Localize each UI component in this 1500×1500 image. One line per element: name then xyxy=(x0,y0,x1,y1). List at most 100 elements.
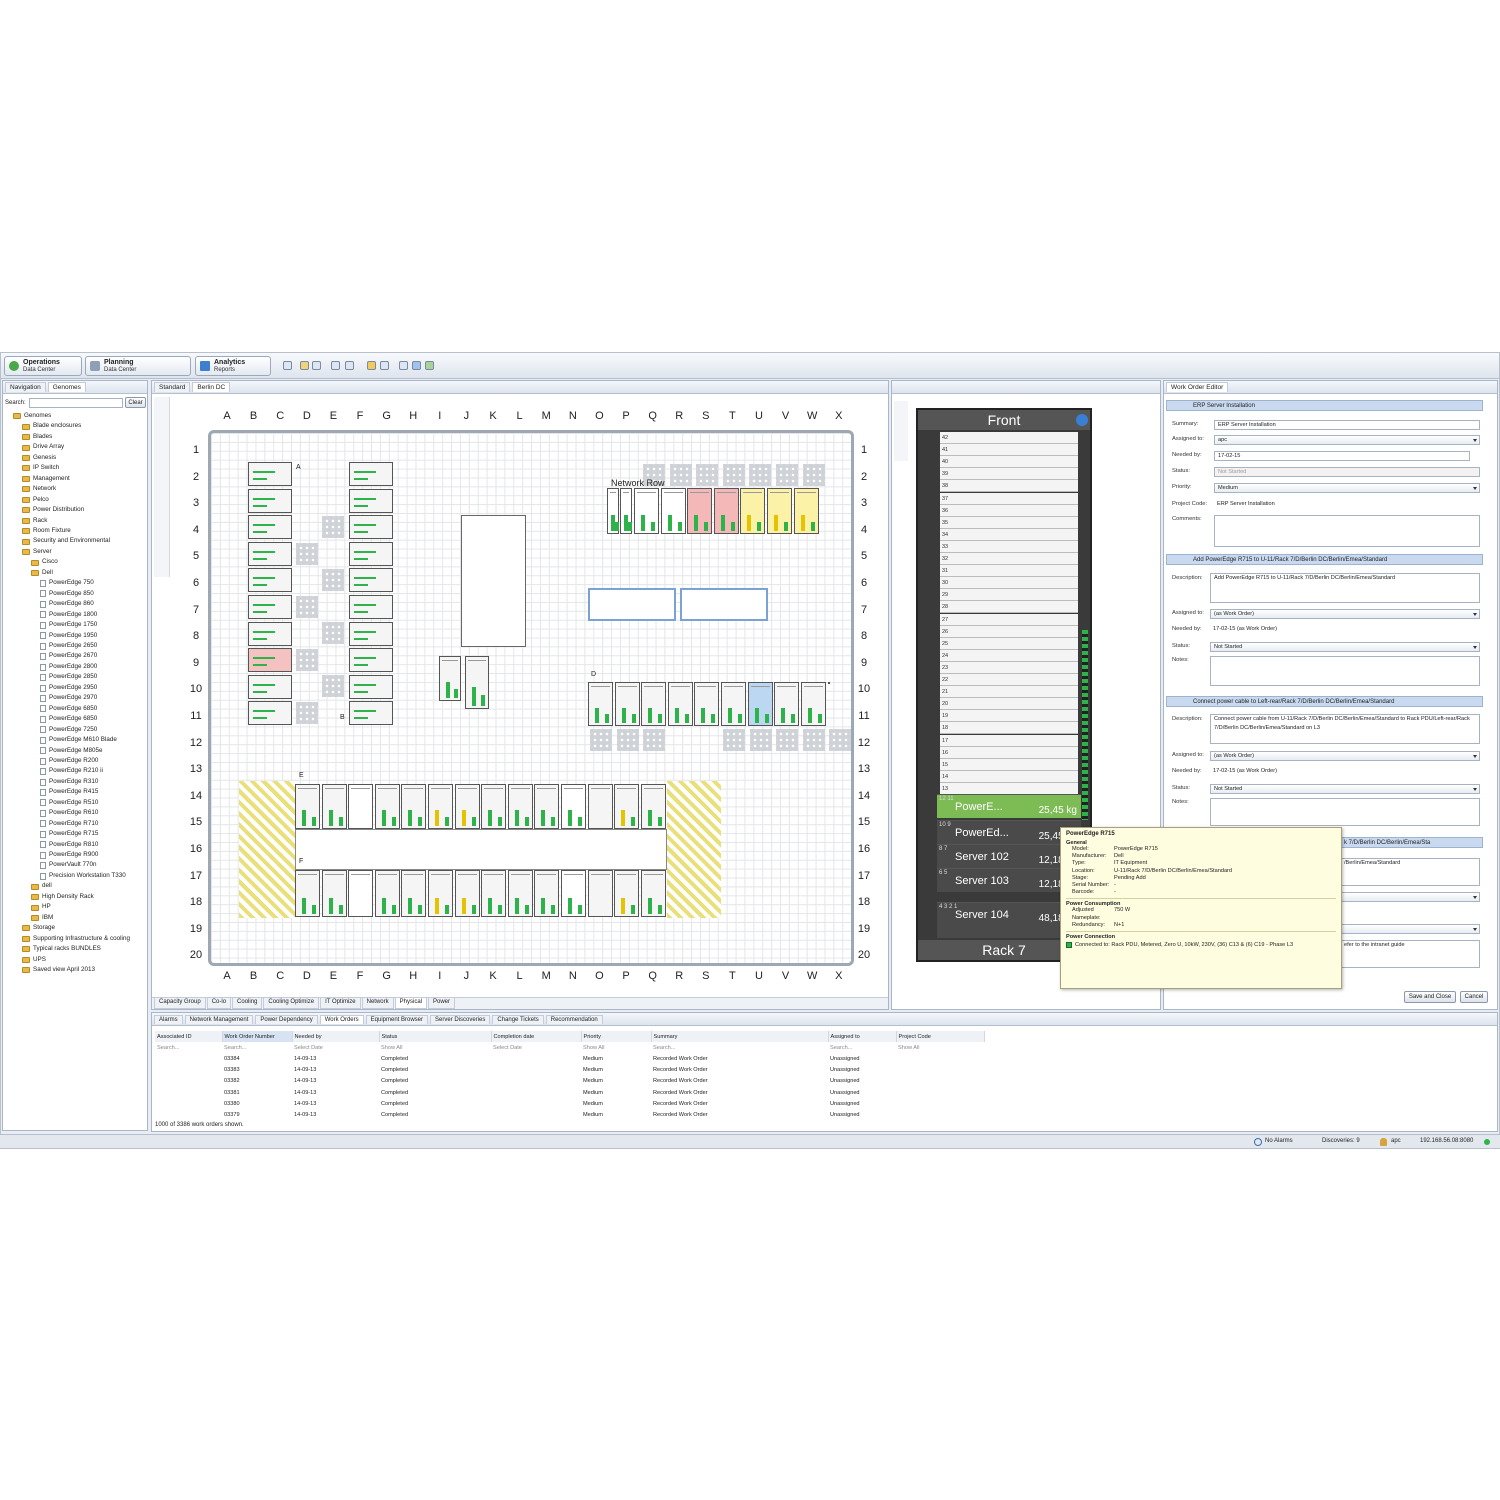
rack-unit[interactable]: 29 xyxy=(940,589,1078,602)
rack[interactable] xyxy=(587,784,613,829)
rack-unit[interactable]: 31 xyxy=(940,565,1078,578)
tree-item[interactable]: PowerEdge M805e xyxy=(5,746,148,756)
needed-date-field[interactable]: 17-02-15 (as Work Order) xyxy=(1210,767,1470,777)
rack[interactable] xyxy=(248,595,292,619)
filter-cell[interactable]: Search... xyxy=(828,1042,896,1053)
rack[interactable] xyxy=(774,682,800,726)
filter-cell[interactable]: Show All xyxy=(379,1042,491,1053)
tree-item[interactable]: Power Distribution xyxy=(5,505,148,515)
rack[interactable] xyxy=(428,784,453,829)
rack[interactable] xyxy=(349,701,393,726)
table-row[interactable]: 03381 14-09-13 Completed Medium Recorded Wor… xyxy=(155,1087,984,1098)
status-dropdown[interactable]: Not Started xyxy=(1210,784,1480,794)
rack[interactable] xyxy=(634,488,659,534)
bottom-tab[interactable]: Server Discoveries xyxy=(430,1014,491,1024)
cancel-button[interactable]: Cancel xyxy=(1460,991,1488,1003)
rack[interactable] xyxy=(507,784,533,829)
section-partial[interactable]: k 7/D/Berlin DC/Berlin/Emea/Sta xyxy=(1340,837,1483,848)
tree-item[interactable]: PowerEdge 1950 xyxy=(5,631,148,641)
tree-item[interactable]: UPS xyxy=(5,955,148,965)
rack[interactable] xyxy=(248,541,292,566)
rack[interactable] xyxy=(349,621,393,646)
section-connect-power[interactable]: Connect power cable to Left-rear/Rack 7/… xyxy=(1166,696,1483,707)
tree-item[interactable]: HP xyxy=(5,902,148,912)
rack[interactable] xyxy=(349,462,393,486)
crac-unit[interactable] xyxy=(588,588,676,621)
view-tab[interactable]: Network xyxy=(361,998,394,1009)
column-header[interactable]: Status xyxy=(379,1031,492,1043)
tree-item[interactable]: Precision Workstation T330 xyxy=(5,871,148,881)
rack[interactable] xyxy=(587,870,613,917)
assigned-dropdown[interactable]: (as Work Order) xyxy=(1210,609,1480,619)
column-header[interactable]: Summary xyxy=(651,1031,829,1043)
rack[interactable] xyxy=(640,784,666,829)
column-header[interactable]: Project Code xyxy=(896,1031,985,1043)
rack-unit[interactable]: 22 xyxy=(940,674,1078,686)
tree-item[interactable]: PowerEdge R710 xyxy=(5,819,148,829)
perspective-analytics[interactable]: Analytics Reports xyxy=(195,356,271,376)
tree-item[interactable]: PowerEdge 860 xyxy=(5,599,148,609)
filter-cell[interactable]: Search... xyxy=(155,1042,222,1053)
tree-item[interactable]: Rack xyxy=(5,516,148,526)
grid-icon[interactable] xyxy=(425,361,434,370)
genome-search-input[interactable] xyxy=(29,398,123,408)
rack[interactable] xyxy=(374,784,400,829)
rack[interactable] xyxy=(660,488,686,534)
tab-work-order-editor[interactable]: Work Order Editor xyxy=(1166,382,1229,392)
tree-item[interactable]: PowerEdge 2950 xyxy=(5,683,148,693)
rack[interactable] xyxy=(349,674,393,699)
crac-unit[interactable] xyxy=(680,588,768,621)
rack-unit[interactable]: 14 xyxy=(940,770,1078,783)
column-header[interactable]: Needed by xyxy=(292,1031,380,1043)
tree-item[interactable]: PowerEdge R310 xyxy=(5,777,148,787)
rack-unit[interactable]: 18 xyxy=(940,722,1078,735)
rack-unit[interactable]: 40 xyxy=(940,456,1078,469)
filter-cell[interactable]: Show All xyxy=(581,1042,651,1053)
tree-item[interactable]: PowerEdge 2800 xyxy=(5,662,148,672)
rack[interactable] xyxy=(694,682,720,726)
rack[interactable] xyxy=(349,595,393,619)
rack-unit[interactable]: 20 xyxy=(940,698,1078,711)
rack-unit[interactable]: 26 xyxy=(940,625,1078,638)
view-tab[interactable]: Physical xyxy=(394,998,427,1009)
rack[interactable] xyxy=(295,784,320,829)
bottom-tab[interactable]: Change Tickets xyxy=(492,1014,544,1024)
column-header[interactable]: Associated ID xyxy=(155,1031,223,1043)
tree-item[interactable]: PowerEdge R715 xyxy=(5,829,148,839)
save-and-close-button[interactable]: Save and Close xyxy=(1404,991,1456,1003)
filter-cell[interactable]: Select Date xyxy=(292,1042,379,1053)
view-tab[interactable]: Cooling xyxy=(232,998,263,1009)
rack[interactable] xyxy=(641,682,667,726)
table-row[interactable]: 03379 14-09-13 Completed Medium Recorded Wor… xyxy=(155,1109,984,1120)
column-header[interactable]: Assigned to xyxy=(828,1031,897,1043)
cut-icon[interactable] xyxy=(331,361,340,370)
rack[interactable] xyxy=(401,784,427,829)
rack[interactable] xyxy=(348,870,374,917)
section-erp-server-installation[interactable]: ERP Server Installation xyxy=(1166,400,1483,411)
rack[interactable] xyxy=(248,515,292,540)
tree-item[interactable]: PowerEdge 750 xyxy=(5,578,148,588)
tree-item[interactable]: PowerEdge R810 xyxy=(5,840,148,850)
rack-unit[interactable]: 15 xyxy=(940,758,1078,771)
tree-item[interactable]: Blades xyxy=(5,432,148,442)
view-tab[interactable]: Co-lo xyxy=(206,998,232,1009)
rack[interactable] xyxy=(561,870,586,917)
rack[interactable] xyxy=(588,682,613,726)
tree-item[interactable]: PowerEdge R210 ii xyxy=(5,766,148,776)
tree-item[interactable]: PowerEdge 2650 xyxy=(5,641,148,651)
view-tab[interactable]: Cooling Optimize xyxy=(263,998,320,1009)
rack[interactable] xyxy=(321,784,347,829)
needed-date-field[interactable]: 17-02-15 xyxy=(1214,451,1470,461)
clear-button[interactable]: Clear xyxy=(125,397,146,408)
rack[interactable] xyxy=(767,488,792,534)
rack[interactable] xyxy=(401,870,427,917)
rack[interactable] xyxy=(721,682,746,726)
tab-navigation[interactable]: Navigation xyxy=(5,382,46,392)
tab-standard[interactable]: Standard xyxy=(154,382,191,392)
rack-unit[interactable]: 24 xyxy=(940,649,1078,662)
rack-unit[interactable]: 25 xyxy=(940,637,1078,650)
rack[interactable] xyxy=(747,682,773,726)
rack-unit[interactable]: 16 xyxy=(940,746,1078,759)
layers-icon[interactable] xyxy=(412,361,421,370)
assigned-dropdown[interactable]: (as Work Order) xyxy=(1210,751,1480,761)
